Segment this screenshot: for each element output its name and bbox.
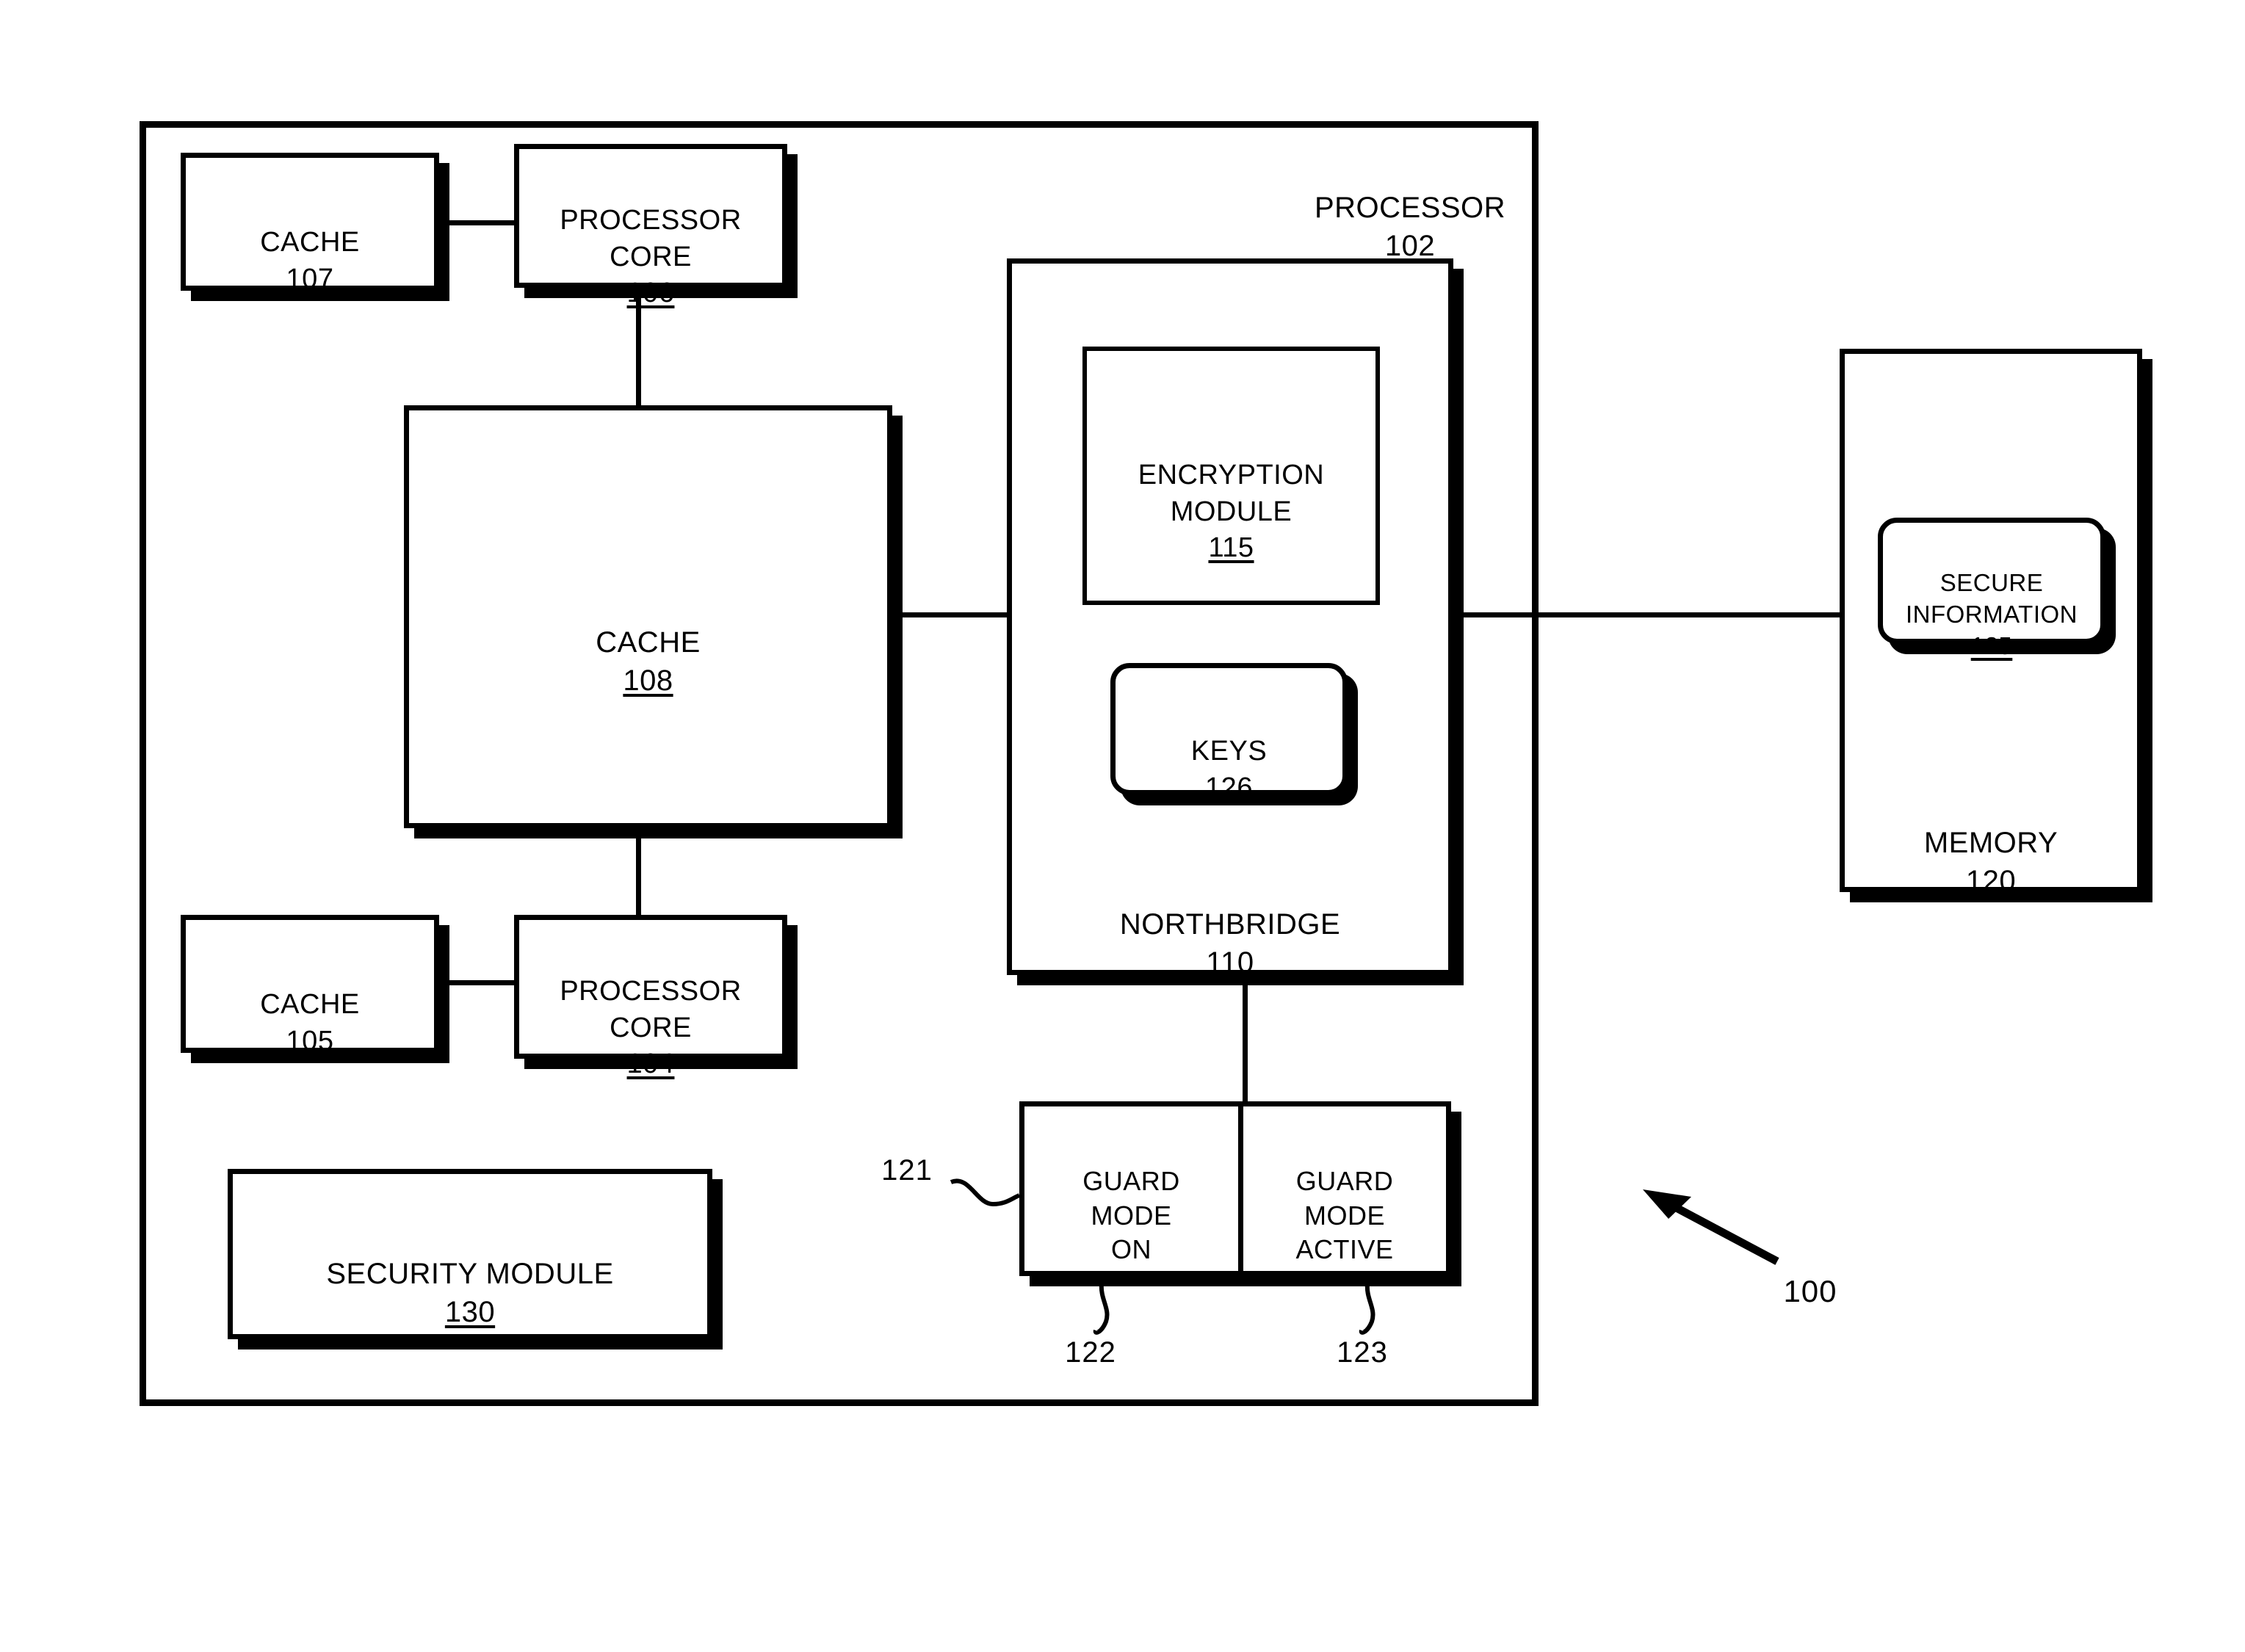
connector-cache108-northbridge [892, 612, 1013, 617]
cache-105-number: 105 [286, 1025, 334, 1057]
northbridge-number: 110 [1206, 946, 1254, 979]
processor-title-text: PROCESSOR [1314, 192, 1506, 224]
block-encryption-module-115-label: ENCRYPTION MODULE 115 [1087, 421, 1375, 603]
core-104-title: PROCESSOR CORE [560, 976, 742, 1043]
guard-mode-on-cell[interactable]: GUARD MODE ON [1024, 1130, 1238, 1267]
secure-information-number: 125 [1970, 631, 2013, 659]
ref-numeral-121: 121 [881, 1154, 933, 1187]
secure-information-title: SECURE INFORMATION [1905, 568, 2078, 628]
cache-107-number: 107 [286, 263, 334, 294]
guard-mode-active-label: GUARD MODE ACTIVE [1295, 1165, 1394, 1265]
block-processor-core-104-label: PROCESSOR CORE 104 [519, 938, 782, 1119]
guard-mode-on-label: GUARD MODE ON [1082, 1165, 1180, 1265]
keys-number: 126 [1205, 772, 1253, 803]
security-module-number: 130 [444, 1296, 496, 1328]
core-104-number: 104 [626, 1048, 675, 1080]
core-106-title: PROCESSOR CORE [560, 205, 742, 272]
block-cache-107-label: CACHE 107 [186, 189, 434, 334]
encryption-module-number: 115 [1208, 532, 1254, 564]
cache-108-number: 108 [623, 664, 673, 697]
block-processor-core-106[interactable]: PROCESSOR CORE 106 [514, 144, 787, 308]
block-cache-108-label: CACHE 108 [409, 585, 887, 738]
block-cache-107[interactable]: CACHE 107 [181, 153, 439, 294]
block-security-module-130-label: SECURITY MODULE 130 [233, 1217, 707, 1369]
block-encryption-module-115[interactable]: ENCRYPTION MODULE 115 [1082, 347, 1380, 605]
block-cache-105-label: CACHE 105 [186, 951, 434, 1096]
encryption-module-title: ENCRYPTION MODULE [1138, 460, 1325, 527]
block-secure-information-125[interactable]: SECURE INFORMATION 125 [1878, 518, 2105, 659]
core-106-number: 106 [626, 278, 675, 309]
block-keys-126-label: KEYS 126 [1116, 698, 1342, 843]
connector-northbridge-memory [1458, 612, 1840, 617]
keys-title: KEYS [1190, 736, 1268, 767]
patent-figure-canvas: PROCESSOR 102 CACHE 107 PROCESSOR CORE 106 … [0, 0, 2245, 1652]
guard-mode-active-cell[interactable]: GUARD MODE ACTIVE [1238, 1130, 1451, 1267]
ref-numeral-100: 100 [1783, 1274, 1837, 1308]
block-processor-core-104[interactable]: PROCESSOR CORE 104 [514, 915, 787, 1079]
block-processor-core-106-label: PROCESSOR CORE 106 [519, 167, 782, 348]
block-cache-105[interactable]: CACHE 105 [181, 915, 439, 1057]
block-northbridge-110-label: NORTHBRIDGE 110 [1012, 867, 1448, 1020]
cache-105-title: CACHE [260, 989, 360, 1021]
northbridge-title: NORTHBRIDGE [1119, 908, 1341, 941]
block-keys-126[interactable]: KEYS 126 [1110, 663, 1348, 803]
security-module-title: SECURITY MODULE [326, 1258, 614, 1290]
ref-numeral-122: 122 [1065, 1336, 1116, 1369]
connector-cache107-core106 [433, 220, 521, 225]
memory-title: MEMORY [1923, 827, 2058, 859]
cache-107-title: CACHE [260, 227, 360, 258]
block-cache-108[interactable]: CACHE 108 [404, 405, 892, 828]
memory-number: 120 [1965, 865, 2017, 897]
ref-numeral-123: 123 [1337, 1336, 1388, 1369]
connector-cache108-core104 [636, 826, 641, 918]
block-memory-120-label: MEMORY 120 [1845, 786, 2137, 938]
block-secure-information-125-label: SECURE INFORMATION 125 [1883, 536, 2100, 693]
block-security-module-130[interactable]: SECURITY MODULE 130 [228, 1169, 712, 1339]
connector-cache105-core104 [433, 980, 521, 985]
guard-mode-register-group[interactable]: GUARD MODE ON GUARD MODE ACTIVE [1019, 1101, 1451, 1276]
cache-108-title: CACHE [596, 626, 701, 659]
system-arrow-100 [1643, 1189, 1779, 1265]
